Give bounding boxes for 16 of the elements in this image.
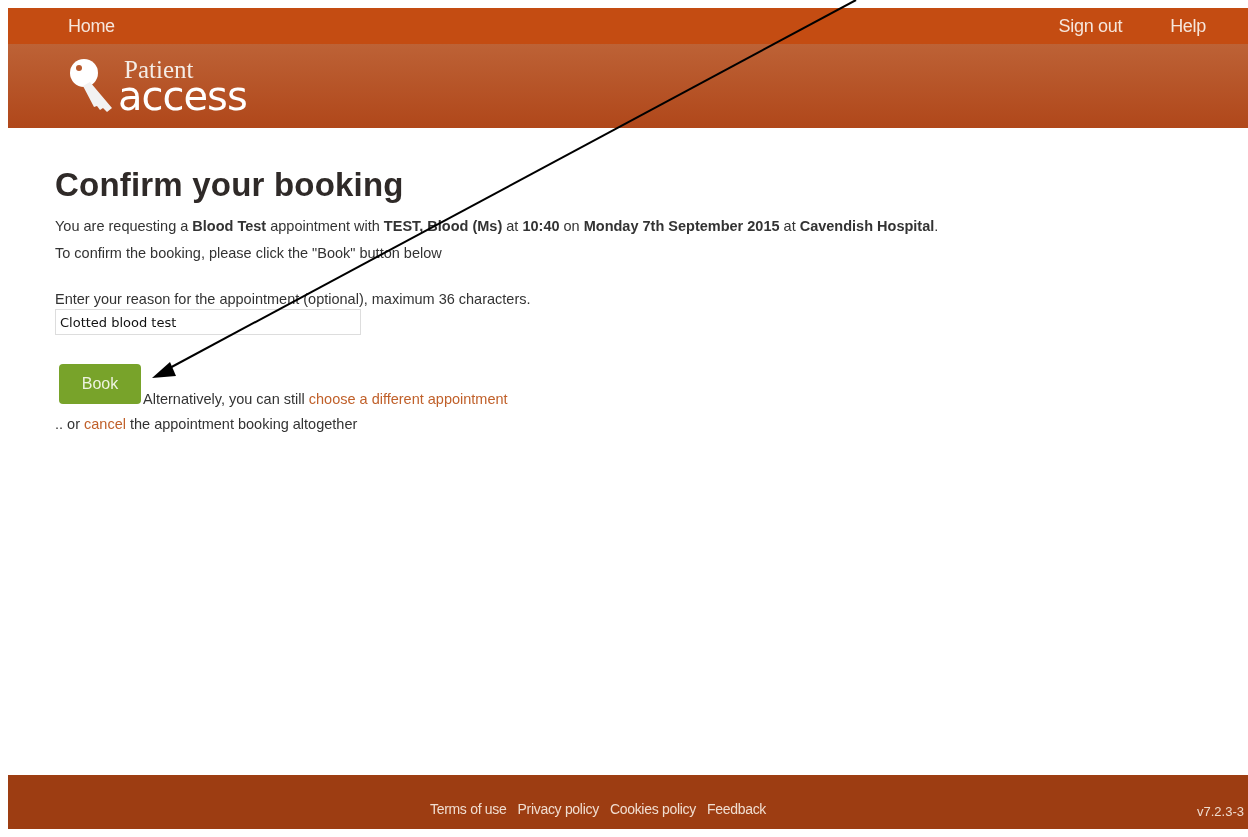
footer-link[interactable]: Privacy policy [517,801,599,817]
reason-input[interactable]: Clotted blood test [55,309,361,335]
nav-link[interactable]: Home [68,15,115,36]
alternative-text: Alternatively, you can still choose a different appointment [143,391,508,407]
footer-link[interactable]: Cookies policy [609,801,696,817]
version-text: v7.2.3-3 [1197,804,1244,819]
reason-label: Enter your reason for the appointment (optional), maximum 36 characters. [55,291,532,307]
cancel-text: .. or cancel the appointment booking altogether [55,416,359,432]
cancel-link[interactable]: cancel [84,416,126,432]
footer-link[interactable]: Feedback [706,801,767,817]
page-heading: Confirm your booking [55,166,405,204]
different-appointment-link[interactable]: choose a different appointment [308,391,508,407]
nav-link[interactable]: Help [1170,15,1206,37]
book-button[interactable]: Book [59,364,141,404]
nav-link[interactable]: Sign out [1058,15,1123,37]
footer-link[interactable]: Terms of use [429,801,507,817]
